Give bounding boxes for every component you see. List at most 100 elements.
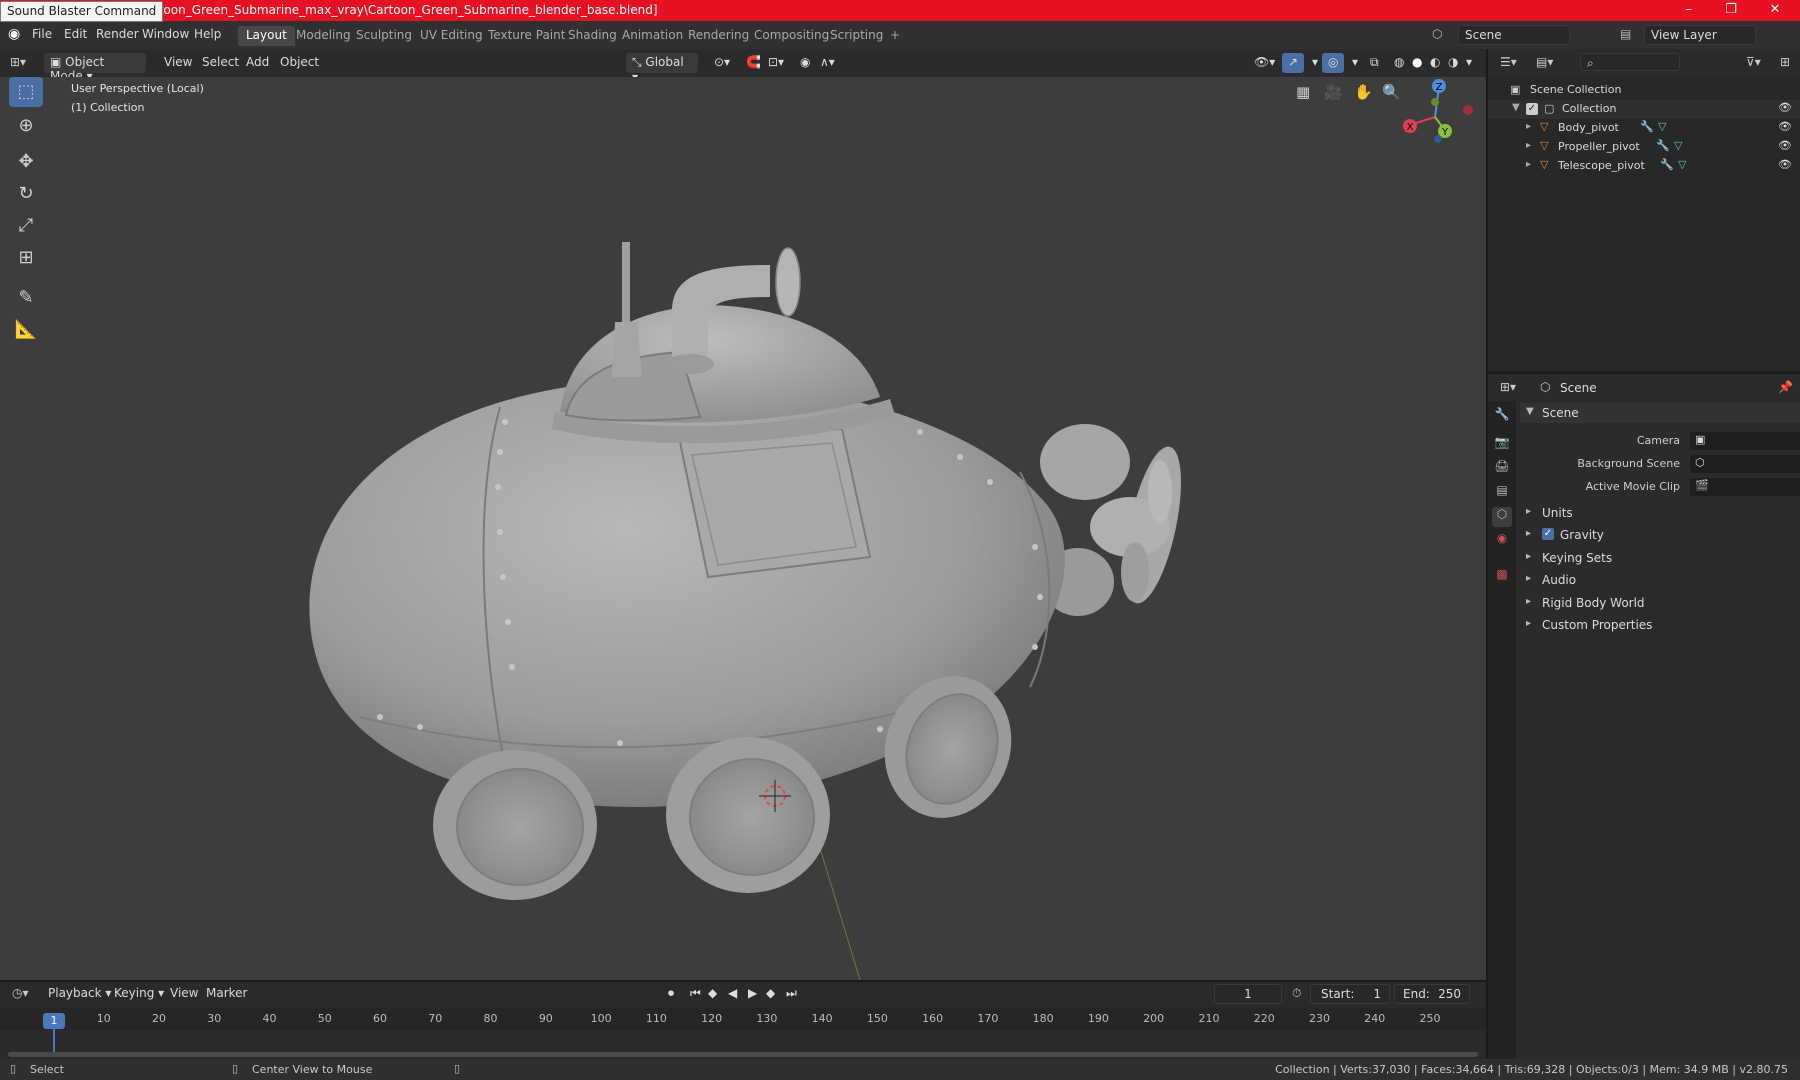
- menu-render[interactable]: Render: [96, 27, 139, 41]
- jump-start-icon[interactable]: ⏮: [690, 986, 701, 1001]
- transform-orientation[interactable]: ⤡ Global ▾: [626, 53, 698, 84]
- pivot-icon[interactable]: ⊙▾: [708, 53, 736, 73]
- gravity-checkbox[interactable]: ✓: [1542, 528, 1554, 540]
- viewport-menu-object[interactable]: Object: [274, 53, 325, 73]
- tab-uv-editing[interactable]: UV Editing: [412, 26, 491, 46]
- tab-layout[interactable]: Layout: [238, 26, 295, 46]
- add-workspace-button[interactable]: +: [882, 26, 908, 46]
- viewport-menu-view[interactable]: View: [158, 53, 198, 73]
- minimize-button[interactable]: –: [1670, 0, 1708, 21]
- outliner-search-input[interactable]: ⌕: [1580, 53, 1680, 71]
- outliner-row-telescope-pivot[interactable]: ▸ ▽ Telescope_pivot 🔧 ▽ 👁: [1488, 157, 1800, 176]
- outliner-editor-icon[interactable]: ☰▾: [1500, 55, 1517, 69]
- texture-tab-icon[interactable]: ▩: [1492, 567, 1512, 587]
- view-layer-selector[interactable]: View Layer: [1644, 25, 1756, 45]
- units-panel[interactable]: ▸ Units: [1520, 503, 1800, 523]
- outliner-row-propeller-pivot[interactable]: ▸ ▽ Propeller_pivot 🔧 ▽ 👁: [1488, 138, 1800, 157]
- active-movie-clip-field[interactable]: 🎬: [1690, 478, 1800, 496]
- timeline-menu-view[interactable]: View: [164, 984, 204, 1004]
- viewport-menu-select[interactable]: Select: [196, 53, 245, 73]
- overlay-toggle-icon[interactable]: ◎: [1322, 53, 1345, 73]
- menu-help[interactable]: Help: [194, 27, 221, 41]
- snap-target-icon[interactable]: ⊡▾: [762, 53, 790, 73]
- tab-scripting[interactable]: Scripting: [822, 26, 891, 46]
- visibility-icon[interactable]: 👁▾: [1248, 53, 1281, 73]
- scene-icon[interactable]: ⬡: [1432, 27, 1442, 41]
- menu-edit[interactable]: Edit: [64, 27, 87, 41]
- outliner-row-body-pivot[interactable]: ▸ ▽ Body_pivot 🔧 ▽ 👁: [1488, 119, 1800, 138]
- filter-icon[interactable]: ⊽▾: [1746, 55, 1761, 69]
- timeline-menu-keying[interactable]: Keying ▾: [108, 984, 170, 1004]
- submarine-model[interactable]: [0, 77, 1486, 980]
- gizmo-toggle-icon[interactable]: ↗: [1282, 53, 1305, 73]
- eye-icon[interactable]: 👁: [1778, 158, 1792, 171]
- mesh-data-icon[interactable]: ▽: [1658, 120, 1666, 133]
- menu-window[interactable]: Window: [142, 27, 189, 41]
- jump-end-icon[interactable]: ⏭: [786, 986, 797, 1001]
- play-reverse-icon[interactable]: ◀: [728, 986, 737, 1000]
- view-layer-icon[interactable]: ▤: [1620, 27, 1631, 41]
- prev-keyframe-icon[interactable]: ◆: [708, 986, 717, 1000]
- next-keyframe-icon[interactable]: ◆: [766, 986, 775, 1000]
- display-mode-icon[interactable]: ▤▾: [1536, 55, 1553, 69]
- outliner-row-collection[interactable]: ▼ ✓ ▢ Collection 👁: [1488, 100, 1800, 119]
- custom-properties-panel[interactable]: ▸ Custom Properties: [1520, 615, 1800, 635]
- mesh-data-icon[interactable]: ▽: [1678, 158, 1686, 171]
- record-icon[interactable]: ⏺: [668, 986, 674, 1001]
- mode-selector[interactable]: ▣ Object Mode ▾: [44, 53, 146, 83]
- collection-checkbox[interactable]: ✓: [1526, 103, 1538, 115]
- audio-panel[interactable]: ▸ Audio: [1520, 570, 1800, 590]
- mesh-data-icon[interactable]: ▽: [1674, 139, 1682, 152]
- rigid-body-world-panel[interactable]: ▸ Rigid Body World: [1520, 593, 1800, 613]
- eye-icon[interactable]: 👁: [1778, 120, 1792, 133]
- outliner-row-scene-collection[interactable]: ▣ Scene Collection: [1488, 81, 1800, 100]
- modifier-wrench-icon[interactable]: 🔧: [1640, 120, 1654, 133]
- eye-icon[interactable]: 👁: [1778, 101, 1792, 114]
- pin-icon[interactable]: 📌: [1778, 380, 1793, 394]
- timeline-menu-marker[interactable]: Marker: [200, 984, 253, 1004]
- play-icon[interactable]: ▶: [748, 986, 757, 1000]
- eye-icon[interactable]: 👁: [1778, 139, 1792, 152]
- gravity-panel[interactable]: ▸ ✓ Gravity: [1520, 525, 1800, 545]
- falloff-icon[interactable]: ∧▾: [814, 53, 841, 73]
- shading-dropdown-icon[interactable]: ▾: [1460, 53, 1478, 73]
- new-collection-icon[interactable]: ⊞: [1780, 55, 1790, 69]
- scene-section-header[interactable]: ▼ Scene: [1520, 403, 1800, 423]
- viewport-menu-add[interactable]: Add: [240, 53, 275, 73]
- blender-logo-icon[interactable]: ◉: [8, 26, 20, 42]
- output-tab-icon[interactable]: 🖨: [1492, 459, 1512, 479]
- modifier-wrench-icon[interactable]: 🔧: [1656, 139, 1670, 152]
- menu-file[interactable]: File: [32, 27, 52, 41]
- timeline-editor-icon[interactable]: ◷▾: [12, 986, 29, 1000]
- maximize-button[interactable]: ❐: [1712, 0, 1750, 21]
- expand-arrow-icon[interactable]: ▸: [1526, 159, 1531, 170]
- preview-range-icon[interactable]: ⏱: [1292, 986, 1301, 1001]
- close-button[interactable]: ✕: [1756, 0, 1794, 21]
- expand-arrow-icon[interactable]: ▼: [1512, 102, 1520, 113]
- current-frame-field[interactable]: 1: [1214, 984, 1282, 1004]
- keying-sets-panel[interactable]: ▸ Keying Sets: [1520, 548, 1800, 568]
- frame-ruler[interactable]: 10 20 30 40 50 60 70 80 90 100 110 120 130 140 150 160 1…: [0, 1008, 1486, 1030]
- xray-icon[interactable]: ⧉: [1364, 53, 1385, 73]
- scene-tab-icon[interactable]: ⬡: [1492, 507, 1512, 527]
- end-frame-field[interactable]: End: 250: [1394, 984, 1470, 1004]
- camera-field[interactable]: ▣ ✎: [1690, 432, 1800, 450]
- modifier-wrench-icon[interactable]: 🔧: [1660, 158, 1674, 171]
- render-tab-icon[interactable]: 📷: [1492, 435, 1512, 455]
- background-scene-field[interactable]: ⬡: [1690, 455, 1800, 473]
- playhead[interactable]: 1: [43, 1013, 65, 1029]
- expand-arrow-icon[interactable]: ▸: [1526, 140, 1531, 151]
- 3d-viewport[interactable]: User Perspective (Local) (1) Collection …: [0, 77, 1486, 980]
- start-frame-field[interactable]: Start: 1: [1310, 984, 1390, 1004]
- world-tab-icon[interactable]: ◉: [1492, 531, 1512, 551]
- view-layer-tab-icon[interactable]: ▤: [1492, 483, 1512, 503]
- tab-sculpting[interactable]: Sculpting: [348, 26, 420, 46]
- editor-type-icon[interactable]: ⊞▾: [10, 55, 26, 69]
- expand-arrow-icon[interactable]: ▸: [1526, 121, 1531, 132]
- tool-tab-icon[interactable]: 🔧: [1492, 407, 1512, 427]
- timeline-scrollbar[interactable]: [8, 1052, 1478, 1057]
- scene-selector[interactable]: Scene: [1458, 25, 1570, 45]
- timeline-menu-playback[interactable]: Playback ▾: [42, 984, 117, 1004]
- properties-editor-icon[interactable]: ⊞▾: [1500, 380, 1516, 394]
- overlay-dropdown-icon[interactable]: ▾: [1346, 53, 1364, 73]
